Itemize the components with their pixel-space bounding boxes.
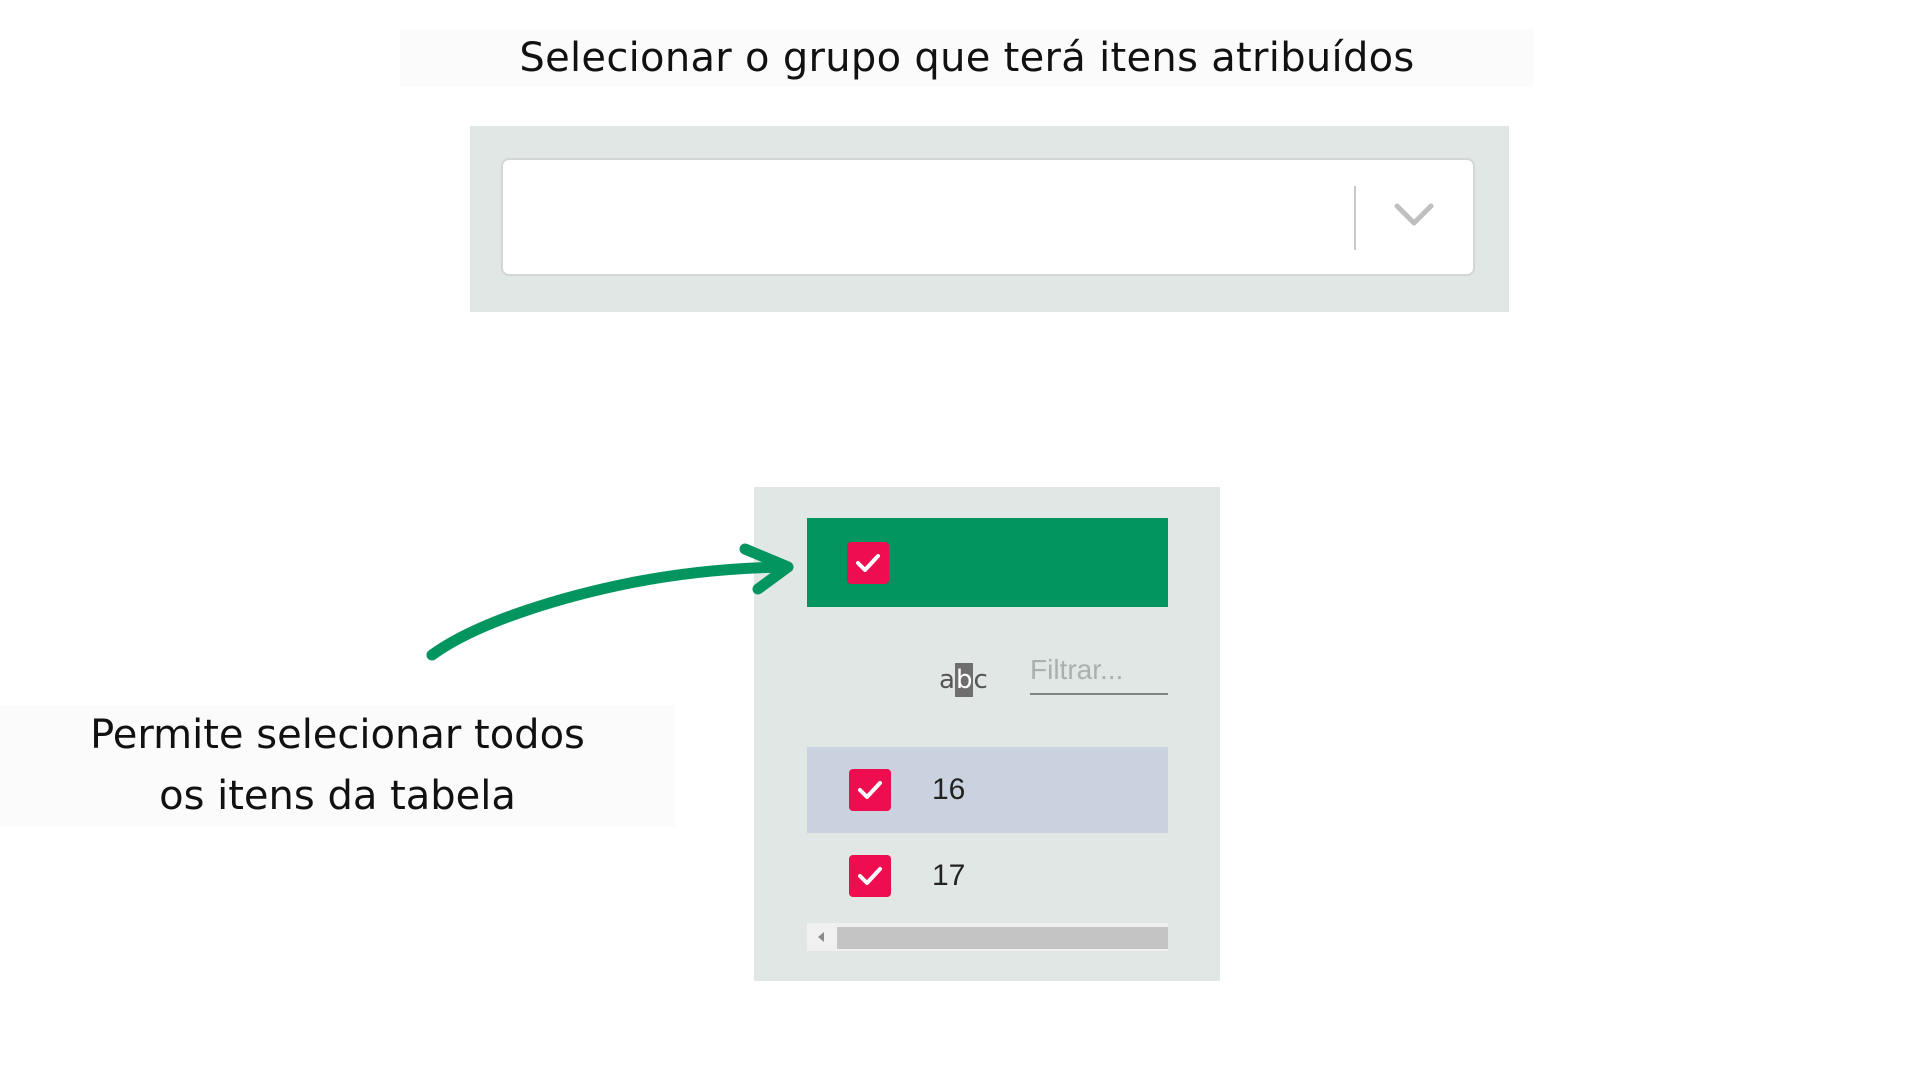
scrollbar-thumb[interactable] (837, 927, 1168, 949)
filter-input[interactable] (1030, 653, 1168, 695)
select-all-checkbox[interactable] (847, 542, 889, 584)
annotation-arrow (426, 543, 794, 661)
row-label: 17 (932, 859, 966, 892)
table-row[interactable]: 16 (807, 747, 1168, 833)
items-table-panel: abc 16 17 (754, 487, 1220, 981)
abc-filter-icon[interactable]: abc (939, 660, 988, 700)
annotation-line-1: Permite selecionar todos (90, 712, 585, 758)
chevron-down-icon[interactable] (1391, 198, 1437, 232)
scroll-left-arrow-icon[interactable] (807, 923, 835, 951)
row-checkbox[interactable] (849, 855, 891, 897)
row-checkbox[interactable] (849, 769, 891, 811)
table-row[interactable]: 17 (807, 833, 1168, 919)
checkmark-icon (856, 554, 880, 572)
row-label: 16 (932, 773, 966, 806)
horizontal-scrollbar[interactable] (807, 923, 1168, 951)
checkmark-icon (858, 781, 882, 799)
annotation-line-2: os itens da tabela (159, 773, 516, 819)
group-select-panel (470, 126, 1509, 312)
annotation-text: Permite selecionar todos os itens da tab… (0, 705, 675, 827)
instruction-title: Selecionar o grupo que terá itens atribu… (400, 29, 1534, 87)
group-select-dropdown[interactable] (501, 158, 1475, 276)
table-header-row (807, 518, 1168, 607)
dropdown-separator (1354, 186, 1356, 250)
checkmark-icon (858, 867, 882, 885)
